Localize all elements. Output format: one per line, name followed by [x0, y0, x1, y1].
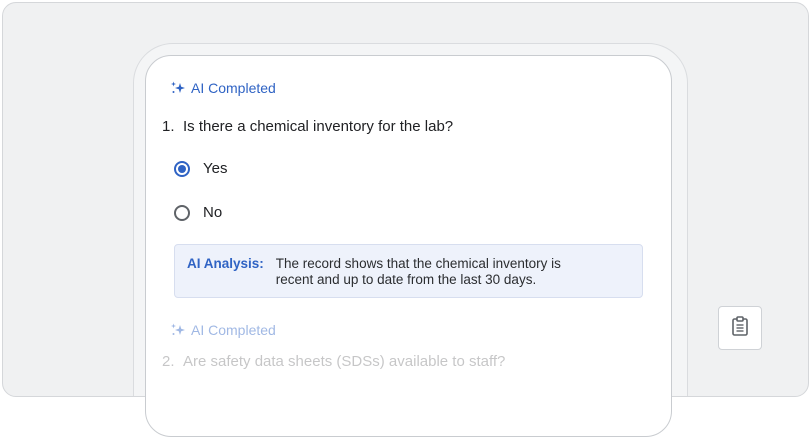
sparkle-icon: [170, 80, 186, 96]
question-1: 1. Is there a chemical inventory for the …: [162, 118, 453, 135]
ai-completed-status-2: AI Completed: [170, 322, 276, 338]
clipboard-button[interactable]: [718, 306, 762, 350]
ai-analysis-box: AI Analysis: The record shows that the c…: [174, 244, 643, 298]
sparkle-icon: [170, 322, 186, 338]
question-number: 1.: [162, 118, 175, 135]
question-panel: AI Completed 1. Is there a chemical inven…: [145, 55, 672, 437]
question-number: 2.: [162, 353, 175, 370]
option-label: No: [203, 204, 223, 221]
ai-completed-status-1: AI Completed: [170, 80, 276, 96]
option-yes[interactable]: Yes: [174, 160, 227, 177]
radio-unchecked-icon[interactable]: [174, 204, 190, 221]
question-text: Is there a chemical inventory for the la…: [183, 118, 454, 135]
ai-analysis-label: AI Analysis:: [187, 256, 264, 271]
option-label: Yes: [203, 160, 228, 177]
clipboard-icon: [731, 315, 749, 341]
question-text: Are safety data sheets (SDSs) available …: [183, 353, 506, 370]
ai-completed-label: AI Completed: [191, 80, 276, 96]
ai-analysis-text: The record shows that the chemical inven…: [275, 256, 561, 287]
radio-checked-icon[interactable]: [174, 160, 190, 177]
option-no[interactable]: No: [174, 204, 222, 221]
question-2: 2. Are safety data sheets (SDSs) availabl…: [162, 353, 505, 370]
ai-completed-label: AI Completed: [191, 322, 276, 338]
